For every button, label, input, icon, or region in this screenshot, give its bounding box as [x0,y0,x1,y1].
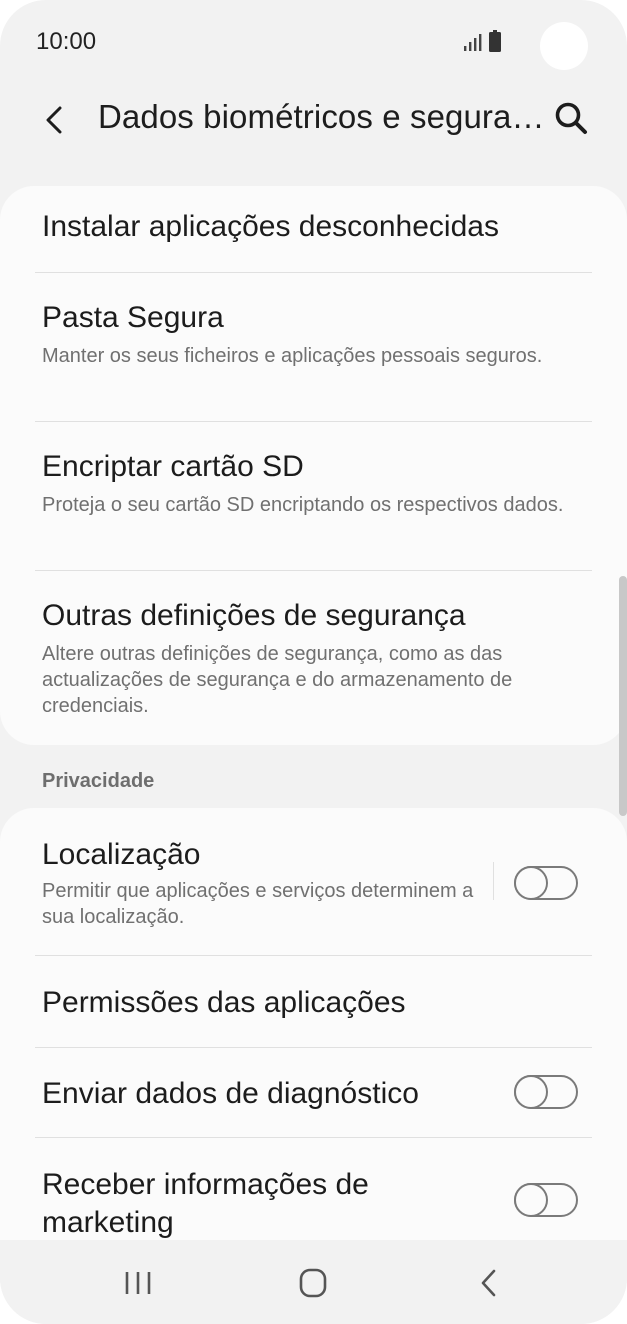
nav-back-button[interactable] [443,1240,533,1324]
home-button[interactable] [268,1240,358,1324]
list-item-encrypt-sd[interactable]: Encriptar cartão SD Proteja o seu cartão… [0,422,627,570]
recents-button[interactable] [93,1240,183,1324]
list-item-other-security-settings[interactable]: Outras definições de segurança Altere ou… [0,571,627,745]
item-title: Outras definições de segurança [42,599,466,632]
item-title: Permissões das aplicações [42,986,406,1019]
scrollbar[interactable] [619,576,627,816]
privacy-card: Localização Permitir que aplicações e se… [0,808,627,1240]
search-icon [555,102,587,134]
list-item-install-unknown-apps[interactable]: Instalar aplicações desconhecidas [0,186,627,272]
list-item-send-diagnostic-data[interactable]: Enviar dados de diagnóstico [0,1048,627,1137]
item-description: Altere outras definições de segurança, c… [42,643,513,717]
item-title: Instalar aplicações desconhecidas [42,210,499,243]
chevron-left-icon [46,106,62,134]
vertical-separator [493,862,494,900]
item-title: Enviar dados de diagnóstico [42,1077,419,1110]
signal-icon [463,33,483,51]
page-title: Dados biométricos e segura… [98,98,545,135]
status-time: 10:00 [36,28,97,55]
item-description: Permitir que aplicações e serviços deter… [42,880,474,928]
list-item-secure-folder[interactable]: Pasta Segura Manter os seus ficheiros e … [0,273,627,421]
list-item-app-permissions[interactable]: Permissões das aplicações [0,956,627,1047]
marketing-info-toggle[interactable] [514,1183,578,1217]
location-toggle[interactable] [514,866,578,900]
list-item-location[interactable]: Localização Permitir que aplicações e se… [0,808,627,955]
back-button[interactable] [36,98,76,142]
back-icon [481,1269,496,1297]
toggle-knob [514,1075,548,1109]
search-button[interactable] [552,99,592,139]
toggle-knob [514,866,548,900]
item-description: Manter os seus ficheiros e aplicações pe… [42,345,543,367]
battery-icon [489,30,501,52]
phone-screen: 10:00 Dados biométricos e segura… Instal… [0,0,627,1324]
item-title: Encriptar cartão SD [42,450,304,483]
item-title: Localização [42,838,201,871]
toggle-knob [514,1183,548,1217]
item-description: Proteja o seu cartão SD encriptando os r… [42,494,564,516]
section-header-privacy: Privacidade [42,770,155,792]
item-title: Receber informações de marketing [42,1168,369,1239]
home-icon [299,1268,327,1298]
item-title: Pasta Segura [42,301,224,334]
camera-cutout [540,22,588,70]
list-item-marketing-info[interactable]: Receber informações de marketing [0,1138,627,1240]
security-card: Instalar aplicações desconhecidas Pasta … [0,186,627,745]
app-bar: Dados biométricos e segura… [0,80,627,160]
navigation-bar [0,1240,627,1324]
diagnostic-data-toggle[interactable] [514,1075,578,1109]
status-bar: 10:00 [0,0,627,80]
recents-icon [125,1272,151,1294]
